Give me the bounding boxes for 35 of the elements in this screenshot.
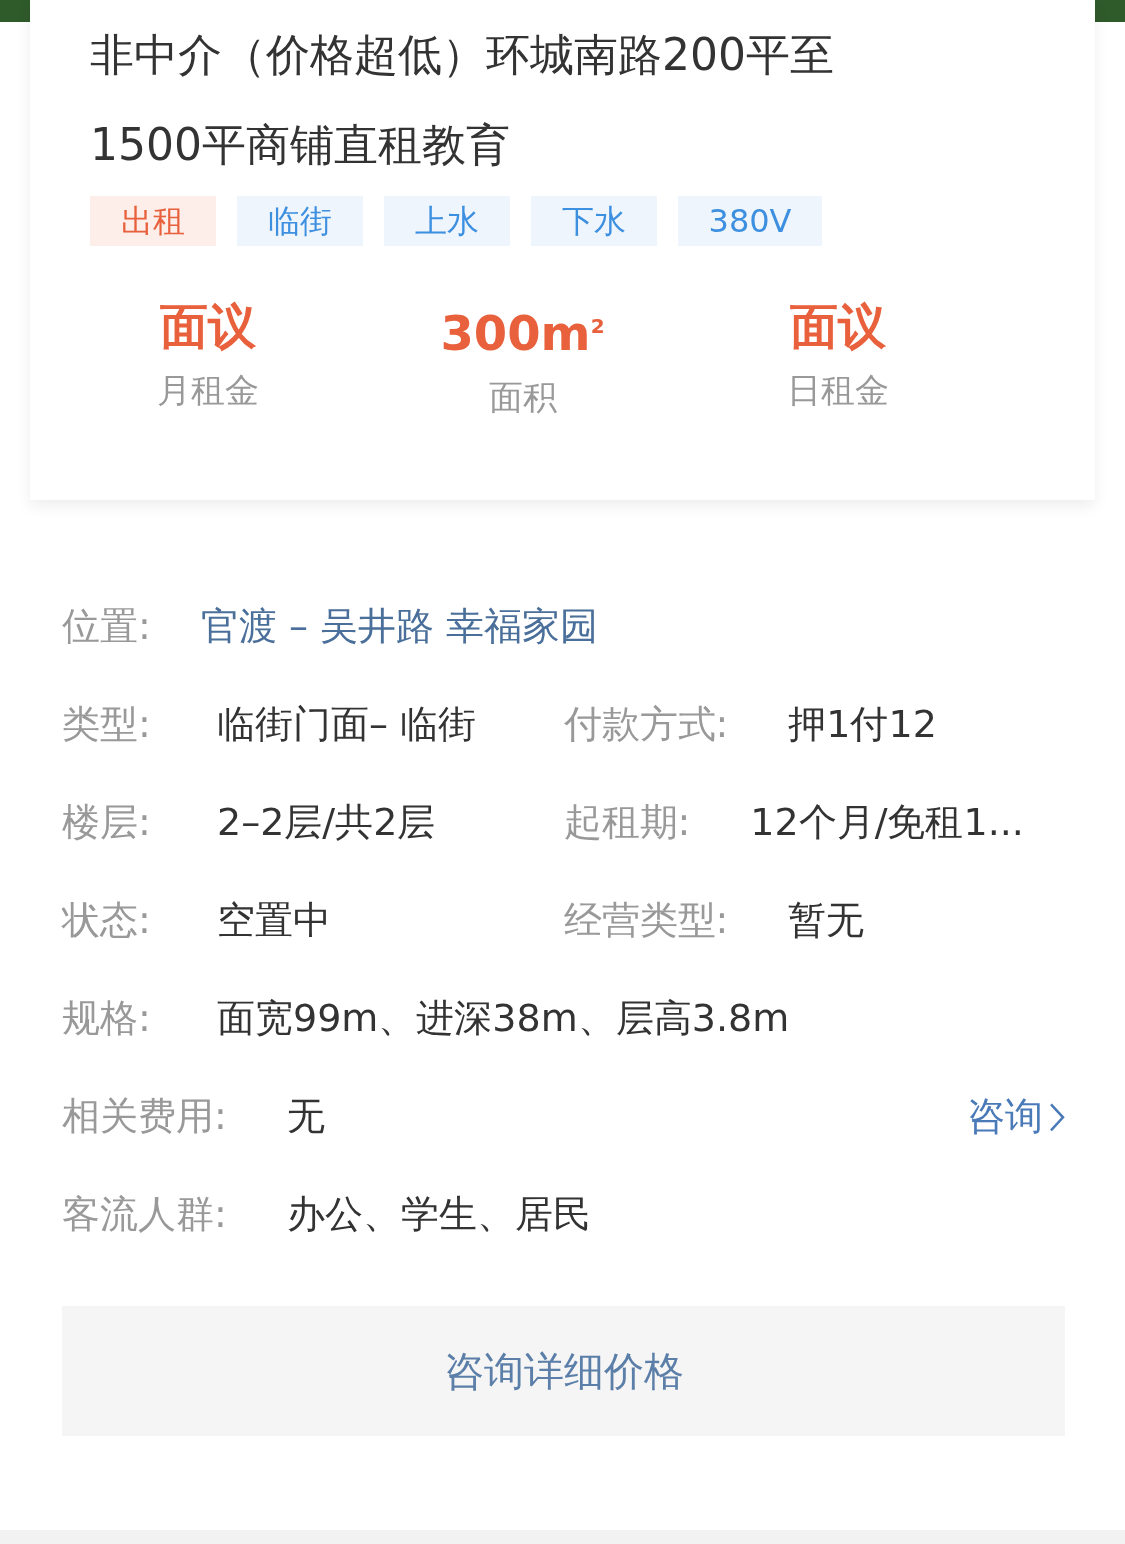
- tag: 下水: [531, 196, 657, 246]
- consult-price-button[interactable]: 咨询详细价格: [62, 1306, 1065, 1436]
- field-label: 类型:: [62, 701, 152, 749]
- tag: 出租: [90, 196, 216, 246]
- stat-label: 面积: [488, 376, 557, 419]
- chevron-right-icon: [1049, 1102, 1065, 1132]
- stat-value: 面议: [789, 297, 886, 356]
- field-label: 相关费用:: [62, 1093, 228, 1141]
- stat-label: 月租金: [156, 369, 259, 412]
- tag: 上水: [384, 196, 510, 246]
- field-label: 楼层:: [62, 799, 152, 847]
- tag: 380V: [678, 196, 822, 246]
- tag: 临街: [237, 196, 363, 246]
- field-label: 付款方式:: [563, 701, 730, 749]
- stat-value: 面议: [159, 297, 256, 356]
- field-value: 暂无: [788, 897, 865, 945]
- field-label: 客流人群:: [62, 1191, 228, 1239]
- field-value: 面宽99m、进深38m、层高3.8m: [217, 995, 790, 1043]
- stat-label: 日租金: [786, 369, 889, 412]
- field-value: 无: [286, 1093, 325, 1141]
- field-value: 办公、学生、居民: [286, 1191, 591, 1239]
- listing-title: 非中介（价格超低）环城南路200平至1500平商铺直租教育: [90, 28, 835, 172]
- field-value: 空置中: [217, 897, 331, 945]
- stat-value: 300m$^{2}$: [440, 304, 605, 363]
- field-label: 经营类型:: [563, 897, 730, 945]
- location-link[interactable]: 官渡 – 吴井路 幸福家园: [200, 601, 599, 653]
- field-value: 12个月/免租1...: [750, 799, 1024, 847]
- field-label: 规格:: [62, 995, 152, 1043]
- consult-link[interactable]: 咨询: [967, 1091, 1065, 1143]
- field-value: 临街门面– 临街: [217, 701, 477, 749]
- field-label: 位置:: [62, 603, 152, 651]
- field-value: 2–2层/共2层: [217, 799, 436, 847]
- field-label: 起租期:: [563, 799, 692, 847]
- field-label: 状态:: [62, 897, 152, 945]
- field-value: 押1付12: [788, 701, 937, 749]
